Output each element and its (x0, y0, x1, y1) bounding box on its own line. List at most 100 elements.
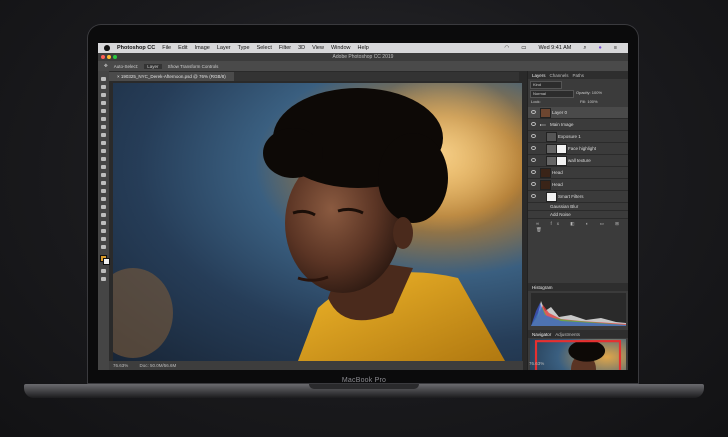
visibility-eye-icon[interactable] (531, 134, 536, 138)
histogram-panel-header: Histogram (528, 283, 628, 291)
navigator-thumbnail (534, 340, 622, 370)
document-tab[interactable]: × 190325_NYC_Derek-Afternoon.psd @ 76% (… (109, 72, 234, 81)
tab-layers[interactable]: Layers (532, 73, 546, 78)
visibility-eye-icon[interactable] (531, 146, 536, 150)
pen-tool-icon[interactable] (101, 197, 106, 201)
tab-navigator[interactable]: Navigator (532, 332, 551, 337)
folder-icon: ▸▭ (540, 122, 546, 127)
visibility-eye-icon[interactable] (531, 194, 536, 198)
layer-row[interactable]: ▸▭ Main Image (528, 119, 628, 131)
layer-filter-kind[interactable]: Kind (530, 81, 562, 89)
screen-mode-icon[interactable] (101, 277, 106, 281)
layer-row[interactable]: Add Noise (528, 211, 628, 219)
document-canvas[interactable] (113, 83, 522, 361)
hand-tool-icon[interactable] (101, 229, 106, 233)
quick-select-tool-icon[interactable] (101, 101, 106, 105)
frame-tool-icon[interactable] (101, 117, 106, 121)
marquee-tool-icon[interactable] (101, 85, 106, 89)
layer-row[interactable]: Head (528, 179, 628, 191)
more-tools-icon[interactable] (101, 245, 106, 249)
layer-row[interactable]: Layer 0 (528, 107, 628, 119)
visibility-eye-icon[interactable] (531, 122, 536, 126)
path-select-tool-icon[interactable] (101, 213, 106, 217)
zoom-tool-icon[interactable] (101, 237, 106, 241)
brush-tool-icon[interactable] (101, 141, 106, 145)
auto-select-dropdown[interactable]: Layer (144, 63, 162, 69)
menu-image[interactable]: Image (195, 45, 210, 51)
background-color-swatch[interactable] (103, 258, 110, 265)
rectangle-tool-icon[interactable] (101, 221, 106, 225)
layer-name: Add Noise (550, 212, 571, 217)
model-label: MacBook Pro (341, 377, 387, 384)
eraser-tool-icon[interactable] (101, 165, 106, 169)
auto-select-checkbox[interactable]: Auto-Select: (114, 64, 139, 69)
apple-icon[interactable] (104, 45, 110, 51)
menu-3d[interactable]: 3D (298, 45, 305, 51)
navigator-preview[interactable] (530, 339, 626, 370)
layer-row[interactable]: Gaussian Blur (528, 203, 628, 211)
history-brush-tool-icon[interactable] (101, 157, 106, 161)
quick-mask-icon[interactable] (101, 269, 106, 273)
toolbox (98, 71, 110, 370)
minimize-button[interactable] (107, 55, 111, 59)
layer-row[interactable]: Head (528, 167, 628, 179)
visibility-eye-icon[interactable] (531, 170, 536, 174)
move-tool-icon[interactable]: ✥ (104, 63, 108, 69)
gradient-tool-icon[interactable] (101, 173, 106, 177)
zoom-button[interactable] (113, 55, 117, 59)
zoom-level[interactable]: 76.63% (113, 363, 128, 368)
type-tool-icon[interactable] (101, 205, 106, 209)
layer-row[interactable]: Smart Filters (528, 191, 628, 203)
menu-app-name[interactable]: Photoshop CC (117, 45, 155, 51)
tab-channels[interactable]: Channels (550, 73, 569, 78)
document-tab-label: 190325_NYC_Derek-Afternoon.psd @ 76% (RG… (120, 74, 226, 79)
layers-footer-icons[interactable]: ∞ fx ◧ ◐ ▭ ⊞ 🗑 (536, 221, 628, 233)
layer-row[interactable]: Exposure 1 (528, 131, 628, 143)
battery-icon[interactable]: ▭ (521, 45, 526, 51)
show-transform-checkbox[interactable]: Show Transform Controls (168, 64, 219, 69)
visibility-eye-icon[interactable] (531, 182, 536, 186)
dodge-tool-icon[interactable] (101, 189, 106, 193)
layer-row[interactable]: wall texture (528, 155, 628, 167)
menu-help[interactable]: Help (358, 45, 369, 51)
menu-type[interactable]: Type (238, 45, 250, 51)
search-icon[interactable]: ⌕ (583, 45, 586, 52)
layer-row[interactable]: Face highlight (528, 143, 628, 155)
healing-brush-tool-icon[interactable] (101, 133, 106, 137)
blur-tool-icon[interactable] (101, 181, 106, 185)
menu-filter[interactable]: Filter (279, 45, 291, 51)
navigator-zoom[interactable]: 76.63% (529, 361, 544, 366)
tab-histogram[interactable]: Histogram (532, 285, 553, 290)
blend-mode-select[interactable]: Normal (530, 90, 574, 98)
lock-label: Lock: (531, 99, 541, 104)
blend-mode-value: Normal (533, 91, 546, 96)
eyedropper-tool-icon[interactable] (101, 125, 106, 129)
siri-icon[interactable]: ● (598, 45, 601, 51)
kind-label: Kind (533, 82, 542, 87)
menu-list-icon[interactable]: ≡ (614, 45, 617, 51)
fill-control[interactable]: Fill: 100% (580, 99, 598, 104)
menu-select[interactable]: Select (257, 45, 272, 51)
panels-dock: Layers Channels Paths Kind Normal Opacit… (527, 71, 628, 370)
visibility-eye-icon[interactable] (531, 110, 536, 114)
menu-edit[interactable]: Edit (178, 45, 187, 51)
tab-paths[interactable]: Paths (573, 73, 585, 78)
fill-value: 100% (587, 99, 598, 104)
move-tool-icon[interactable] (101, 77, 106, 81)
visibility-eye-icon[interactable] (531, 158, 536, 162)
menu-layer[interactable]: Layer (217, 45, 231, 51)
crop-tool-icon[interactable] (101, 109, 106, 113)
clone-stamp-tool-icon[interactable] (101, 149, 106, 153)
menubar-clock[interactable]: Wed 9:41 AM (538, 45, 571, 51)
wifi-icon[interactable]: ◠ (504, 45, 509, 51)
menu-window[interactable]: Window (331, 45, 351, 51)
menu-view[interactable]: View (312, 45, 324, 51)
lasso-tool-icon[interactable] (101, 93, 106, 97)
screen: Photoshop CC File Edit Image Layer Type … (98, 43, 628, 370)
close-button[interactable] (101, 55, 105, 59)
portrait-photo (113, 83, 522, 361)
opacity-control[interactable]: Opacity: 100% (576, 90, 602, 95)
layer-mask-thumbnail (556, 144, 567, 154)
menu-file[interactable]: File (162, 45, 171, 51)
tab-adjustments[interactable]: Adjustments (555, 332, 580, 337)
